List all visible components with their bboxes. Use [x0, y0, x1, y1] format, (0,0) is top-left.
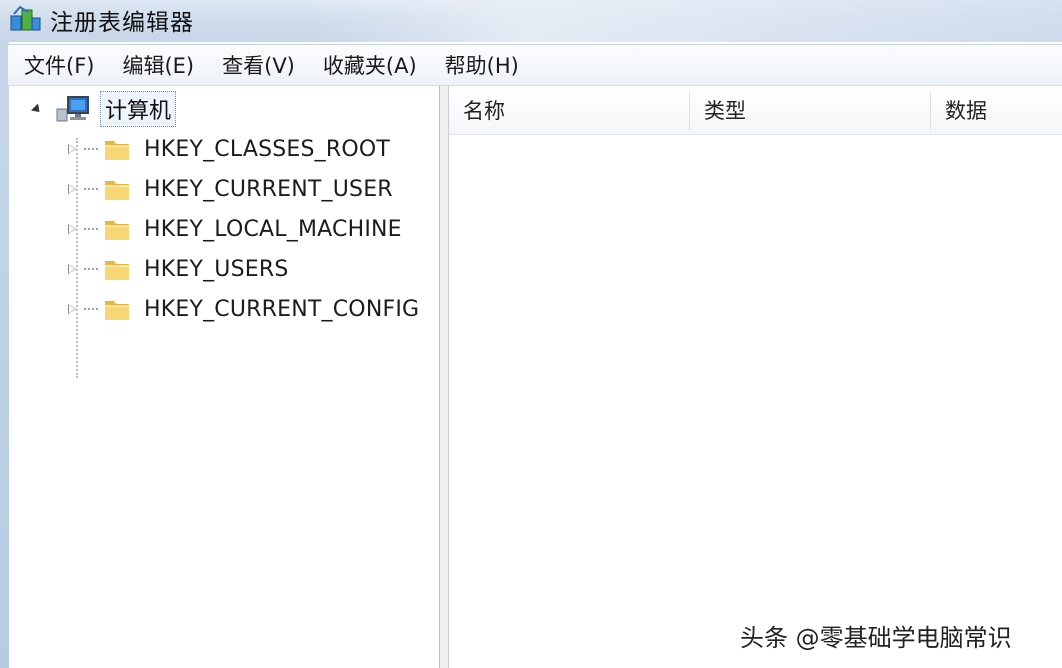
column-header-name[interactable]: 名称 [449, 86, 689, 134]
tree-node-label[interactable]: HKEY_USERS [144, 257, 289, 282]
tree-node-label[interactable]: HKEY_CURRENT_CONFIG [144, 297, 419, 322]
computer-icon [56, 96, 89, 122]
title-bar: 注册表编辑器 [0, 0, 1062, 42]
expand-arrow-icon[interactable] [68, 264, 76, 274]
column-header-data[interactable]: 数据 [931, 86, 1062, 134]
folder-icon [105, 301, 129, 320]
tree-root-label[interactable]: 计算机 [100, 91, 177, 127]
expand-arrow-icon[interactable] [68, 144, 76, 154]
tree-root-computer[interactable]: 计算机 [30, 91, 177, 127]
menu-file[interactable]: 文件(F) [8, 50, 108, 80]
registry-values-pane[interactable]: 名称 类型 数据 [449, 86, 1062, 668]
tree-node-hkcr[interactable]: HKEY_CLASSES_ROOT [68, 132, 390, 166]
title-bar-glow [300, 0, 1062, 42]
registry-tree-pane[interactable]: 计算机 HKEY_CLASSES_ROOT HKEY_CURRENT_USER … [10, 86, 440, 668]
menu-edit[interactable]: 编辑(E) [108, 50, 208, 80]
tree-connector [84, 308, 98, 310]
menu-help[interactable]: 帮助(H) [431, 50, 533, 80]
tree-connector [84, 148, 98, 150]
column-header-type[interactable]: 类型 [690, 86, 930, 134]
folder-icon [105, 181, 129, 200]
folder-icon [105, 261, 129, 280]
tree-node-hklm[interactable]: HKEY_LOCAL_MACHINE [68, 212, 402, 246]
expand-arrow-icon[interactable] [68, 224, 76, 234]
registry-editor-icon [10, 5, 41, 31]
tree-node-label[interactable]: HKEY_LOCAL_MACHINE [144, 217, 402, 242]
expand-arrow-icon[interactable] [68, 184, 76, 194]
window-title: 注册表编辑器 [50, 10, 194, 36]
expand-arrow-icon[interactable] [68, 304, 76, 314]
collapse-arrow-icon[interactable] [30, 102, 44, 116]
tree-connector [84, 268, 98, 270]
menu-view[interactable]: 查看(V) [208, 50, 309, 80]
pane-splitter[interactable] [440, 86, 449, 668]
watermark-text: 头条 @零基础学电脑常识 [740, 624, 1012, 652]
tree-node-hkcu[interactable]: HKEY_CURRENT_USER [68, 172, 393, 206]
list-header: 名称 类型 数据 [449, 86, 1062, 135]
tree-connector [84, 188, 98, 190]
tree-node-label[interactable]: HKEY_CLASSES_ROOT [144, 137, 390, 162]
folder-icon [105, 221, 129, 240]
window-left-frame [0, 42, 9, 668]
folder-icon [105, 141, 129, 160]
tree-node-label[interactable]: HKEY_CURRENT_USER [144, 177, 393, 202]
tree-node-hku[interactable]: HKEY_USERS [68, 252, 289, 286]
menu-favorites[interactable]: 收藏夹(A) [309, 50, 431, 80]
tree-node-hkcc[interactable]: HKEY_CURRENT_CONFIG [68, 292, 419, 326]
menu-bar: 文件(F) 编辑(E) 查看(V) 收藏夹(A) 帮助(H) [8, 44, 1062, 86]
tree-connector [84, 228, 98, 230]
